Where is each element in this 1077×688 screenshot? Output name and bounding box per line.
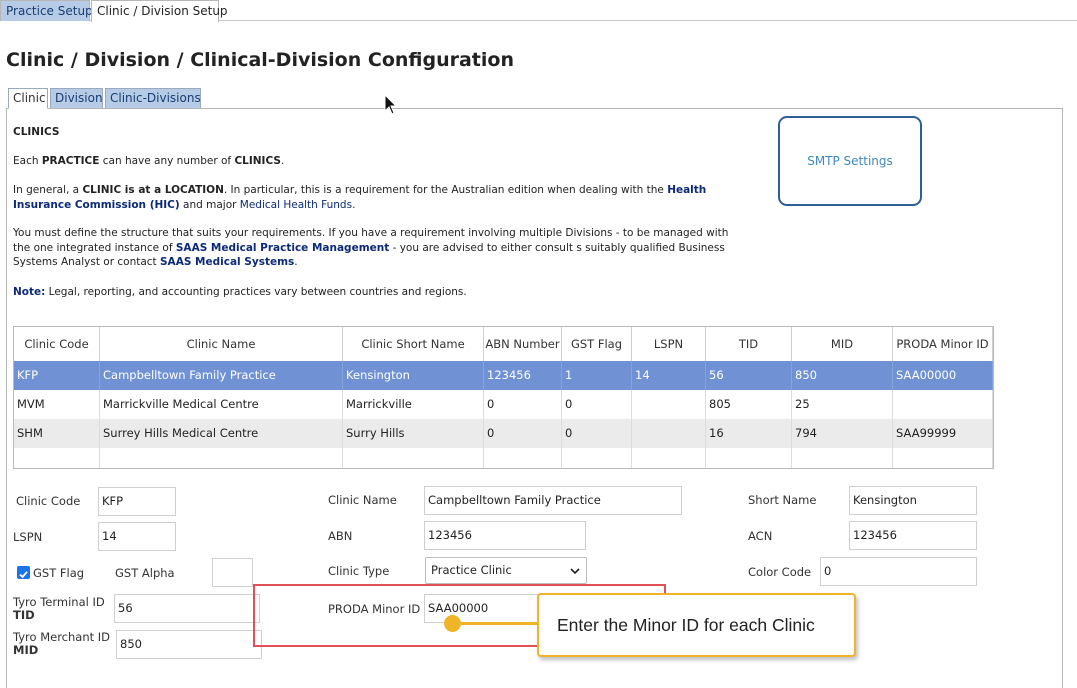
table-row[interactable]: SHM Surrey Hills Medical Centre Surry Hi…: [14, 419, 993, 448]
info-note: Note: Legal, reporting, and accounting p…: [13, 286, 467, 298]
tyro-merchant-label: Tyro Merchant ID MID: [13, 630, 111, 657]
tyro-merchant-field[interactable]: 850: [116, 630, 262, 659]
table-cell: 25: [792, 390, 893, 419]
table-cell: [706, 448, 792, 468]
tab-practice-setup[interactable]: Practice Setup: [0, 0, 93, 21]
tab-division[interactable]: Division: [50, 88, 103, 109]
column-header[interactable]: Clinic Code: [14, 327, 100, 361]
table-cell: Surry Hills: [343, 419, 484, 448]
color-code-field[interactable]: 0: [820, 557, 977, 586]
table-cell: 14: [632, 361, 706, 390]
table-cell: [100, 448, 343, 468]
table-cell: [632, 448, 706, 468]
table-cell: 56: [706, 361, 792, 390]
table-cell: 0: [562, 419, 632, 448]
table-cell: Campbelltown Family Practice: [100, 361, 343, 390]
tab-clinic-divisions[interactable]: Clinic-Divisions: [105, 88, 201, 109]
column-header[interactable]: LSPN: [632, 327, 706, 361]
page-title: Clinic / Division / Clinical-Division Co…: [6, 49, 514, 71]
column-header[interactable]: GST Flag: [562, 327, 632, 361]
table-row-empty: [14, 448, 993, 468]
table-cell: 16: [706, 419, 792, 448]
clinic-code-label: Clinic Code: [16, 494, 81, 508]
table-cell: 0: [484, 390, 562, 419]
table-cell: [562, 448, 632, 468]
tab-clinic[interactable]: Clinic: [8, 88, 48, 109]
tab-clinic-division-setup[interactable]: Clinic / Division Setup: [91, 0, 228, 22]
table-cell: KFP: [14, 361, 100, 390]
table-cell: 794: [792, 419, 893, 448]
acn-label: ACN: [748, 529, 773, 543]
clinic-type-value: Practice Clinic: [431, 563, 512, 577]
checkmark-icon: [19, 571, 28, 579]
table-cell: SHM: [14, 419, 100, 448]
clinics-heading: CLINICS: [13, 126, 60, 138]
top-tab-bar: Practice Setup Clinic / Division Setup: [0, 0, 1077, 22]
clinic-name-field[interactable]: Campbelltown Family Practice: [424, 486, 682, 515]
color-code-label: Color Code: [748, 565, 812, 579]
short-name-field[interactable]: Kensington: [849, 486, 977, 515]
table-cell: 123456: [484, 361, 562, 390]
table-cell: 850: [792, 361, 893, 390]
table-cell: MVM: [14, 390, 100, 419]
gst-alpha-label: GST Alpha: [115, 566, 175, 580]
info-paragraph-2: In general, a CLINIC is at a LOCATION. I…: [13, 184, 707, 211]
column-header[interactable]: TID: [706, 327, 792, 361]
tyro-terminal-label: Tyro Terminal ID TID: [13, 595, 105, 622]
callout-tooltip: Enter the Minor ID for each Clinic: [537, 593, 856, 657]
table-cell: 1: [562, 361, 632, 390]
table-cell: 0: [562, 390, 632, 419]
clinic-type-label: Clinic Type: [328, 564, 390, 578]
lspn-field[interactable]: 14: [98, 522, 176, 551]
column-header[interactable]: ABN Number: [484, 327, 562, 361]
chevron-down-icon: [570, 568, 580, 575]
table-cell: [632, 390, 706, 419]
smtp-settings-button[interactable]: SMTP Settings: [778, 116, 922, 206]
info-paragraph-3: You must define the structure that suits…: [13, 227, 729, 268]
column-header[interactable]: Clinic Short Name: [343, 327, 484, 361]
table-cell: Surrey Hills Medical Centre: [100, 419, 343, 448]
clinic-type-select[interactable]: Practice Clinic: [425, 557, 587, 584]
table-cell: 0: [484, 419, 562, 448]
column-header[interactable]: PRODA Minor ID: [893, 327, 993, 361]
table-cell: [632, 419, 706, 448]
table-row[interactable]: MVM Marrickville Medical Centre Marrickv…: [14, 390, 993, 419]
column-header[interactable]: MID: [792, 327, 893, 361]
gst-flag-checkbox[interactable]: [17, 566, 30, 579]
table-cell: [893, 448, 993, 468]
clinic-code-field[interactable]: KFP: [98, 487, 176, 516]
lspn-label: LSPN: [13, 530, 43, 544]
table-cell: SAA00000: [893, 361, 993, 390]
table-cell: [14, 448, 100, 468]
table-cell: 805: [706, 390, 792, 419]
abn-field[interactable]: 123456: [424, 521, 586, 550]
table-cell: Marrickville Medical Centre: [100, 390, 343, 419]
tyro-terminal-field[interactable]: 56: [114, 594, 260, 623]
mouse-cursor-icon: [384, 94, 398, 115]
table-row[interactable]: KFP Campbelltown Family Practice Kensing…: [14, 361, 993, 390]
callout-pointer-dot: [444, 615, 461, 632]
gst-alpha-field[interactable]: [212, 558, 253, 587]
abn-label: ABN: [328, 529, 353, 543]
acn-field[interactable]: 123456: [849, 521, 977, 550]
table-cell: [792, 448, 893, 468]
callout-connector: [452, 622, 538, 625]
gst-flag-label: GST Flag: [33, 566, 85, 580]
clinic-name-label: Clinic Name: [328, 493, 397, 507]
column-header[interactable]: Clinic Name: [100, 327, 343, 361]
info-paragraph-1: Each PRACTICE can have any number of CLI…: [13, 155, 285, 167]
table-cell: SAA99999: [893, 419, 993, 448]
table-cell: Kensington: [343, 361, 484, 390]
table-cell: Marrickville: [343, 390, 484, 419]
clinics-table: Clinic Code Clinic Name Clinic Short Nam…: [13, 326, 994, 469]
table-cell: [343, 448, 484, 468]
table-cell: [484, 448, 562, 468]
short-name-label: Short Name: [748, 493, 817, 507]
table-cell: [893, 390, 993, 419]
